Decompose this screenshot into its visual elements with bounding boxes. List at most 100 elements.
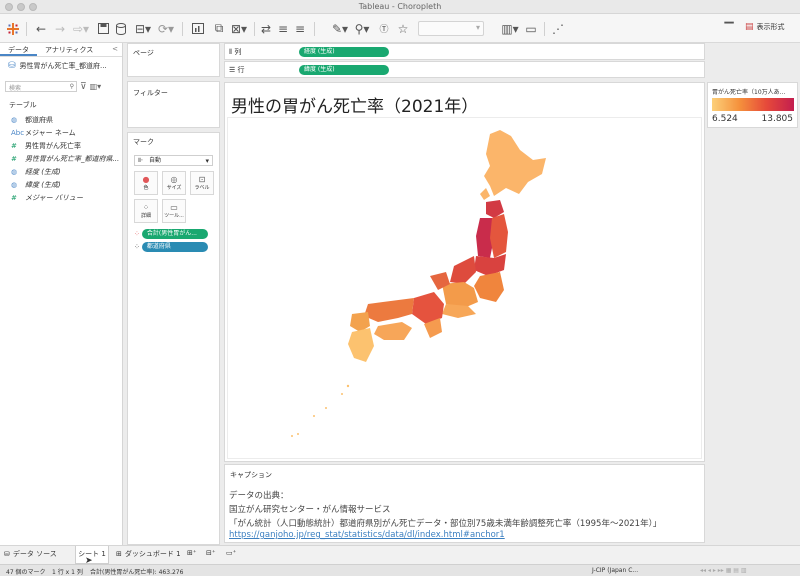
abc-icon: Abc bbox=[11, 128, 25, 137]
filter-icon[interactable]: ⊽ bbox=[80, 82, 87, 92]
clear-sheet-icon[interactable]: ⊠▾ bbox=[230, 20, 248, 37]
field-item[interactable]: # メジャー バリュー bbox=[0, 191, 122, 204]
status-mark-count: 47 個のマーク bbox=[6, 569, 46, 576]
rows-shelf[interactable]: ☰ 行 緯度 (生成) bbox=[224, 61, 705, 78]
sheet-title[interactable]: 男性の胃がん死亡率（2021年） bbox=[231, 92, 478, 117]
presentation-mode-icon[interactable]: ▭ bbox=[524, 20, 538, 37]
marks-card: マーク ⊪ 自動 ● 色 ◎ サイズ ⊡ ラベル ⁘ 詳細 ▭ ツール... ⁘… bbox=[127, 132, 220, 545]
tab-data[interactable]: データ bbox=[0, 43, 37, 56]
field-name: 男性胃がん死亡率_都道府県... bbox=[25, 154, 120, 163]
pages-card[interactable]: ページ bbox=[127, 43, 220, 77]
sheet-navigation-icon[interactable]: ◂◂ ◂ ▸ ▸▸ ▦ ▤ ▥ bbox=[700, 567, 747, 574]
data-source-item[interactable]: ⛁ 男性胃がん死亡率_都道府... bbox=[0, 57, 122, 75]
paint-roller-icon[interactable]: ▔ bbox=[722, 20, 736, 37]
new-worksheet-tab-icon[interactable]: ⊞⁺ bbox=[187, 549, 197, 557]
label-icon: ⊡ bbox=[198, 175, 206, 184]
field-name: 経度 (生成) bbox=[25, 167, 61, 176]
mark-type-dropdown[interactable]: ⊪ 自動 bbox=[134, 155, 213, 166]
region-shikoku bbox=[374, 322, 412, 340]
new-worksheet-icon[interactable] bbox=[188, 20, 208, 37]
columns-icon: ⦀ bbox=[229, 48, 233, 56]
database-icon: ⛁ bbox=[4, 550, 10, 558]
new-dashboard-tab-icon[interactable]: ⊟⁺ bbox=[206, 549, 216, 557]
caption-title: キャプション bbox=[230, 471, 272, 479]
field-name: 緯度 (生成) bbox=[25, 180, 61, 189]
field-name: メジャー ネーム bbox=[25, 128, 76, 137]
sort-descending-icon[interactable]: ≡ bbox=[293, 20, 307, 37]
swap-axes-icon[interactable]: ⇄ bbox=[259, 20, 273, 37]
columns-shelf[interactable]: ⦀ 列 経度 (生成) bbox=[224, 43, 705, 60]
rows-icon: ☰ bbox=[229, 66, 236, 74]
detail-encoding-icon: ⁘ bbox=[134, 243, 140, 251]
size-button[interactable]: ◎ サイズ bbox=[162, 171, 186, 195]
replace-data-icon[interactable]: ⇨▾ bbox=[70, 20, 92, 37]
detail-button[interactable]: ⁘ 詳細 bbox=[134, 199, 158, 223]
region-niigata bbox=[450, 256, 476, 284]
new-story-tab-icon[interactable]: ▭⁺ bbox=[226, 549, 236, 557]
globe-icon: ◍ bbox=[11, 115, 18, 124]
tableau-logo-icon[interactable] bbox=[5, 20, 21, 37]
field-item[interactable]: ◍ 緯度 (生成) bbox=[0, 178, 122, 191]
fit-dropdown[interactable] bbox=[418, 21, 484, 36]
color-dots-icon: ● bbox=[142, 175, 150, 184]
globe-icon: ◍ bbox=[11, 180, 18, 189]
tab-analytics[interactable]: アナリティクス bbox=[37, 43, 101, 56]
field-item[interactable]: ◍ 経度 (生成) bbox=[0, 165, 122, 178]
tab-dashboard-1[interactable]: ⊞ ダッシュボード 1 bbox=[116, 549, 181, 559]
show-cards-icon[interactable]: ▥▾ bbox=[500, 20, 520, 37]
detail-pill[interactable]: 都道府県 bbox=[141, 242, 208, 252]
japan-choropleth-map[interactable] bbox=[228, 118, 701, 458]
status-grid-size: 1 行 x 1 列 bbox=[52, 569, 83, 576]
collapse-pane-button[interactable]: < bbox=[108, 43, 122, 56]
hash-icon: # bbox=[11, 154, 17, 163]
save-icon[interactable] bbox=[96, 20, 110, 37]
new-data-source-icon[interactable] bbox=[114, 20, 128, 37]
field-item[interactable]: # 男性胃がん死亡率_都道府県... bbox=[0, 152, 122, 165]
sort-ascending-icon[interactable]: ≡ bbox=[276, 20, 290, 37]
undo-icon[interactable]: ← bbox=[33, 20, 49, 37]
color-pill[interactable]: 合計(男性胃がん... bbox=[141, 229, 208, 239]
refresh-icon[interactable]: ⟳▾ bbox=[156, 20, 176, 37]
status-locale[interactable]: J-CIP (Japan C... bbox=[592, 567, 638, 574]
show-labels-icon[interactable]: Ⓣ bbox=[377, 20, 391, 37]
field-item[interactable]: # 男性胃がん死亡率 bbox=[0, 139, 122, 152]
redo-icon[interactable]: → bbox=[52, 20, 68, 37]
window-title-bar: Tableau - Choropleth bbox=[0, 0, 800, 14]
show-me-button[interactable]: ▤ 表示形式 bbox=[745, 22, 785, 32]
hash-icon: # bbox=[11, 141, 17, 150]
duplicate-sheet-icon[interactable]: ⧉ bbox=[212, 20, 226, 37]
filters-card[interactable]: フィルター bbox=[127, 81, 220, 128]
status-sum: 合計(男性胃がん死亡率): 463.276 bbox=[90, 569, 184, 576]
hash-icon: # bbox=[11, 193, 17, 202]
pause-updates-icon[interactable]: ⊟▾ bbox=[133, 20, 153, 37]
field-item[interactable]: Abc メジャー ネーム bbox=[0, 126, 122, 139]
group-members-icon[interactable]: ⚲▾ bbox=[353, 20, 371, 37]
color-legend[interactable]: 胃がん死亡率（10万人あ... 6.524 13.805 bbox=[707, 82, 798, 128]
caption-card[interactable]: キャプション データの出典： 国立がん研究センター・がん情報サービス 「がん統計… bbox=[224, 464, 705, 543]
tooltip-button[interactable]: ▭ ツール... bbox=[162, 199, 186, 223]
region-hokkaido bbox=[484, 130, 546, 196]
worksheet-view: 男性の胃がん死亡率（2021年） bbox=[224, 82, 705, 462]
caption-line: 国立がん研究センター・がん情報サービス bbox=[229, 505, 391, 515]
rows-pill[interactable]: 緯度 (生成) bbox=[299, 65, 389, 75]
tab-data-source[interactable]: ⛁ データ ソース bbox=[4, 549, 57, 559]
label-button[interactable]: ⊡ ラベル bbox=[190, 171, 214, 195]
view-options-icon[interactable]: ▥▾ bbox=[90, 82, 102, 91]
share-icon[interactable]: ⋰ bbox=[551, 20, 565, 37]
field-name: 都道府県 bbox=[25, 115, 53, 124]
tooltip-icon: ▭ bbox=[170, 203, 178, 212]
caption-source-link[interactable]: https://ganjoho.jp/reg_stat/statistics/d… bbox=[229, 530, 505, 540]
fix-axes-icon[interactable]: ☆ bbox=[396, 20, 410, 37]
field-item[interactable]: ◍ 都道府県 bbox=[0, 113, 122, 126]
region-chugoku bbox=[364, 298, 414, 322]
search-fields-input[interactable]: 検索 ⚲ bbox=[5, 81, 77, 92]
show-me-icon: ▤ bbox=[745, 22, 754, 32]
columns-pill[interactable]: 経度 (生成) bbox=[299, 47, 389, 57]
database-icon: ⛁ bbox=[8, 61, 16, 71]
legend-gradient bbox=[712, 98, 794, 111]
highlight-icon[interactable]: ✎▾ bbox=[330, 20, 350, 37]
legend-max: 13.805 bbox=[761, 114, 794, 124]
color-button[interactable]: ● 色 bbox=[134, 171, 158, 195]
legend-title: 胃がん死亡率（10万人あ... bbox=[712, 89, 786, 96]
map-area[interactable] bbox=[227, 117, 702, 459]
